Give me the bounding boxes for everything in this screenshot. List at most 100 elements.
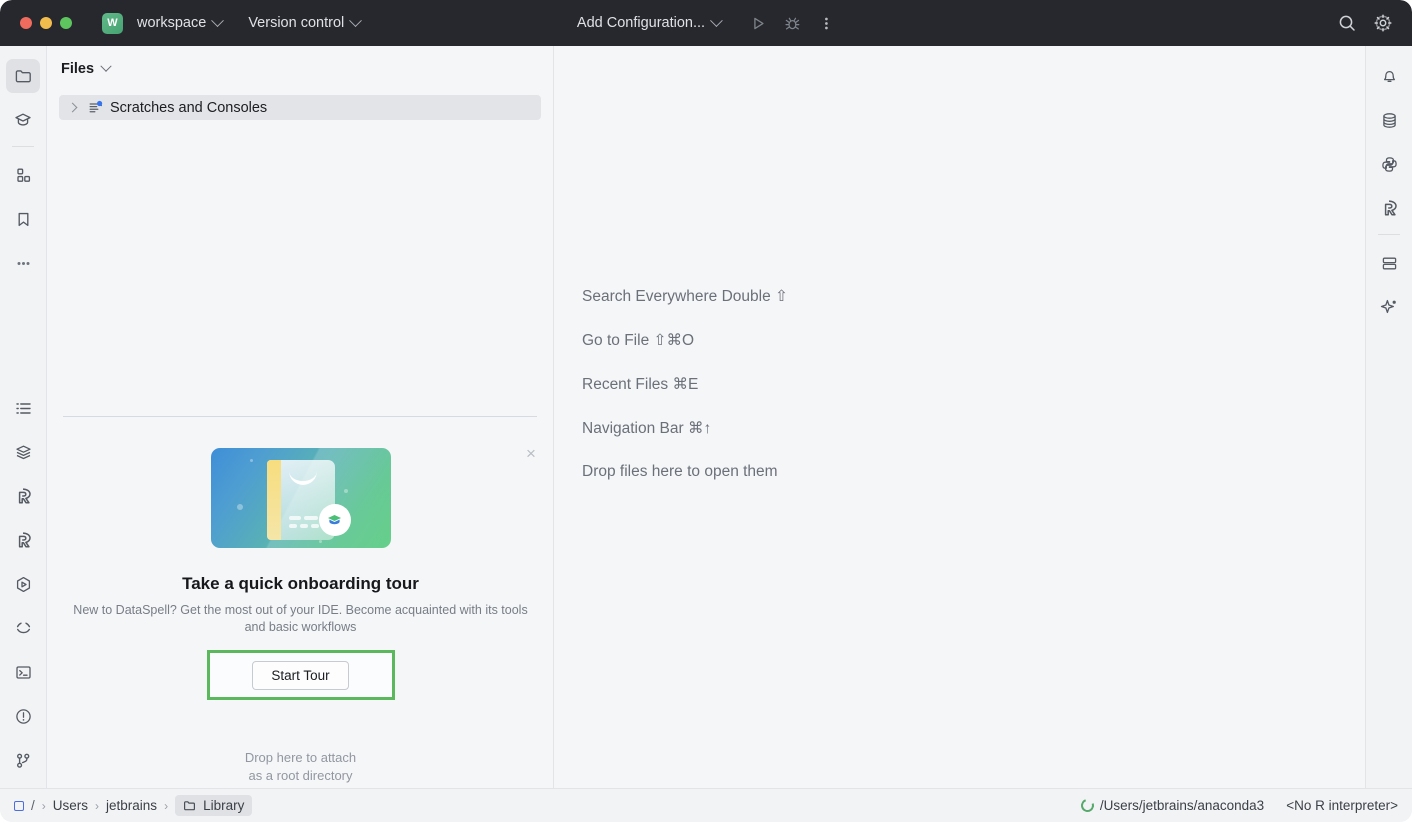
illustration-line	[289, 524, 297, 528]
hint-keys: Double ⇧	[722, 288, 788, 305]
scratches-icon	[88, 100, 103, 115]
status-bar: / › Users › jetbrains › Library /Users/j…	[0, 788, 1412, 822]
sidebar-item-more-tools[interactable]	[6, 246, 40, 280]
illustration-line	[289, 516, 301, 520]
hint-search-everywhere: Search Everywhere Double ⇧	[582, 287, 788, 306]
window-controls	[20, 17, 72, 29]
conda-env-icon	[1079, 797, 1096, 814]
titlebar-right-actions	[1332, 8, 1398, 38]
hint-go-to-file: Go to File ⇧⌘O	[582, 331, 788, 350]
hint-drop-files: Drop files here to open them	[582, 463, 788, 481]
python-interpreter-label: /Users/jetbrains/anaconda3	[1100, 798, 1264, 813]
decor-dot	[237, 504, 243, 510]
tree-item-scratches-and-consoles[interactable]: Scratches and Consoles	[59, 95, 541, 120]
run-widget: Add Configuration...	[571, 8, 841, 38]
sidebar-item-problems[interactable]	[6, 699, 40, 733]
illustration-line	[300, 524, 308, 528]
panel-divider	[63, 416, 537, 417]
onboarding-card: ×	[47, 431, 554, 786]
project-badge: W	[102, 13, 123, 34]
hint-action: Recent Files	[582, 376, 668, 393]
hint-action: Navigation Bar	[582, 420, 684, 437]
sidebar-item-jupyter-variables[interactable]	[1372, 246, 1406, 280]
run-configuration-label: Add Configuration...	[577, 15, 705, 31]
breadcrumb-separator-icon: ›	[42, 799, 46, 813]
left-tool-strip	[0, 46, 47, 788]
sidebar-item-r-packages[interactable]	[1372, 191, 1406, 225]
drop-hint-line-2: as a root directory	[245, 767, 356, 785]
sidebar-item-ai-assistant[interactable]	[1372, 290, 1406, 324]
hint-action: Drop files here to open them	[582, 463, 778, 480]
breadcrumb-chip-label: Library	[203, 798, 244, 813]
version-control-menu[interactable]: Version control	[242, 12, 366, 34]
sidebar-item-run[interactable]	[6, 567, 40, 601]
start-tour-highlight: Start Tour	[207, 650, 395, 700]
sidebar-item-files[interactable]	[6, 59, 40, 93]
decor-dot	[250, 459, 253, 462]
project-root-icon	[14, 801, 24, 811]
start-tour-button[interactable]: Start Tour	[252, 661, 348, 690]
right-tool-strip	[1365, 46, 1412, 788]
decor-dot	[344, 489, 348, 493]
chevron-down-icon	[100, 61, 111, 72]
illustration-book-spine	[267, 460, 281, 540]
chevron-down-icon	[349, 14, 362, 27]
sidebar-item-git[interactable]	[6, 743, 40, 777]
sidebar-item-notifications[interactable]	[1372, 59, 1406, 93]
sidebar-item-structure[interactable]	[6, 158, 40, 192]
version-control-label: Version control	[248, 15, 344, 31]
r-interpreter-label: <No R interpreter>	[1286, 798, 1398, 813]
debug-button[interactable]	[777, 8, 807, 38]
editor-empty-state[interactable]: Search Everywhere Double ⇧ Go to File ⇧⌘…	[554, 46, 1365, 788]
tree-item-label: Scratches and Consoles	[110, 100, 267, 116]
hint-action: Search Everywhere	[582, 288, 717, 305]
chevron-down-icon	[211, 14, 224, 27]
sidebar-item-packages[interactable]	[6, 435, 40, 469]
breadcrumb-jetbrains[interactable]: jetbrains	[106, 798, 157, 813]
minimize-window-button[interactable]	[40, 17, 52, 29]
illustration-line	[311, 524, 319, 528]
sidebar-item-python-packages[interactable]	[1372, 147, 1406, 181]
sidebar-item-terminal[interactable]	[6, 655, 40, 689]
editor-shortcut-hints: Search Everywhere Double ⇧ Go to File ⇧⌘…	[582, 287, 788, 506]
breadcrumb: / › Users › jetbrains › Library	[14, 795, 252, 816]
onboarding-illustration	[211, 448, 391, 548]
strip-divider	[12, 146, 34, 147]
illustration-learn-badge	[319, 504, 351, 536]
onboarding-title: Take a quick onboarding tour	[182, 574, 419, 594]
breadcrumb-root[interactable]: /	[31, 798, 35, 813]
title-bar: W workspace Version control Add Configur…	[0, 0, 1412, 46]
project-name-menu[interactable]: workspace	[131, 12, 228, 34]
breadcrumb-users[interactable]: Users	[53, 798, 88, 813]
strip-divider	[1378, 234, 1400, 235]
sidebar-item-database[interactable]	[1372, 103, 1406, 137]
sidebar-item-learn[interactable]	[6, 103, 40, 137]
breadcrumb-library[interactable]: Library	[175, 795, 252, 816]
files-panel-header[interactable]: Files	[47, 46, 553, 77]
breadcrumb-separator-icon: ›	[95, 799, 99, 813]
search-everywhere-button[interactable]	[1332, 8, 1362, 38]
r-interpreter-widget[interactable]: <No R interpreter>	[1286, 798, 1398, 813]
folder-icon	[183, 799, 197, 813]
run-configuration-selector[interactable]: Add Configuration...	[571, 12, 727, 34]
sidebar-item-r-graphics[interactable]	[6, 523, 40, 557]
sidebar-item-services[interactable]	[6, 611, 40, 645]
python-interpreter-widget[interactable]: /Users/jetbrains/anaconda3	[1081, 798, 1264, 813]
hint-action: Go to File	[582, 332, 649, 349]
run-button[interactable]	[743, 8, 773, 38]
sidebar-item-todo[interactable]	[6, 391, 40, 425]
files-panel-title: Files	[61, 61, 94, 77]
status-bar-right: /Users/jetbrains/anaconda3 <No R interpr…	[1081, 798, 1398, 813]
settings-gear-button[interactable]	[1368, 8, 1398, 38]
sidebar-item-r-console[interactable]	[6, 479, 40, 513]
chevron-right-icon[interactable]	[68, 103, 78, 113]
hint-keys: ⌘E	[672, 376, 698, 393]
files-tool-window: Files Scratches and Consoles ×	[47, 46, 554, 788]
hint-recent-files: Recent Files ⌘E	[582, 375, 788, 394]
close-icon[interactable]: ×	[521, 443, 541, 463]
sidebar-item-bookmarks[interactable]	[6, 202, 40, 236]
hint-navigation-bar: Navigation Bar ⌘↑	[582, 419, 788, 438]
more-actions-button[interactable]	[811, 8, 841, 38]
close-window-button[interactable]	[20, 17, 32, 29]
maximize-window-button[interactable]	[60, 17, 72, 29]
